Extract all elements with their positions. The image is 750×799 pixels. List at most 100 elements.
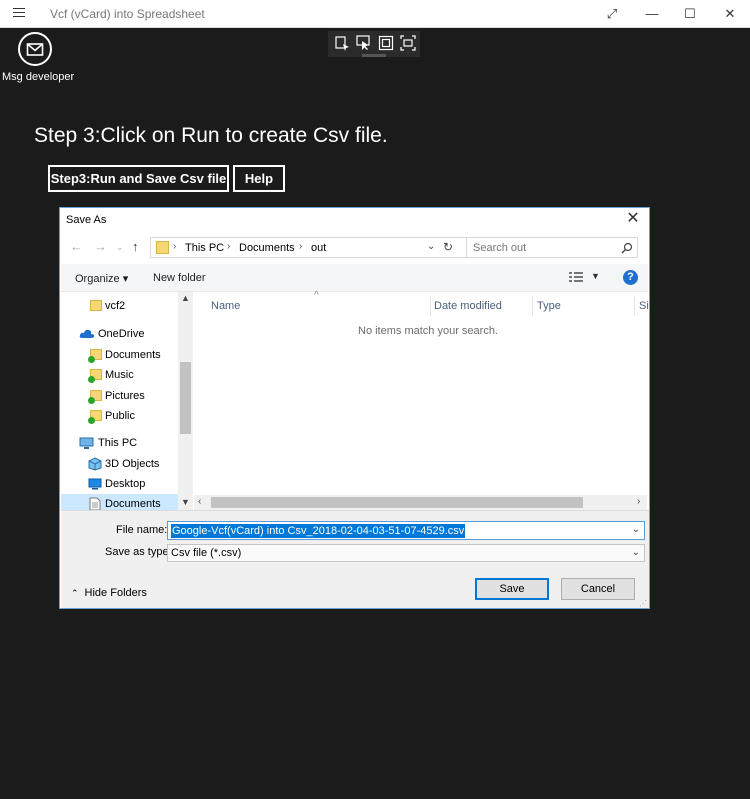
navigation-pane: vcf2 OneDrive Documents Music Pictures P…	[61, 292, 194, 510]
horizontal-scroll-thumb[interactable]	[211, 497, 583, 508]
column-size[interactable]: Si	[639, 300, 649, 312]
nav-item-music[interactable]: Music	[61, 365, 179, 385]
search-box[interactable]: Search out	[466, 237, 638, 258]
display-icon[interactable]	[378, 35, 394, 51]
msg-developer-label: Msg developer	[2, 71, 75, 83]
desktop-icon	[88, 478, 102, 490]
forward-arrow-icon[interactable]: →	[94, 239, 107, 254]
document-icon	[89, 497, 101, 510]
scroll-down-icon[interactable]: ▼	[181, 497, 190, 507]
hide-folders-button[interactable]: ⌃ Hide Folders	[71, 587, 147, 599]
file-name-dropdown-icon[interactable]: ⌄	[632, 524, 640, 535]
breadcrumb-documents[interactable]: Documents	[239, 242, 295, 254]
file-list: ^ Name Date modified Type Si No items ma…	[194, 290, 649, 510]
maximize-button[interactable]: ☐	[670, 0, 710, 28]
breadcrumb-separator: ›	[227, 241, 231, 252]
breadcrumb-this-pc[interactable]: This PC	[185, 242, 224, 254]
nav-item-onedrive-documents[interactable]: Documents	[61, 345, 179, 365]
organize-menu[interactable]: Organize ▾	[75, 272, 128, 285]
nav-item-this-pc[interactable]: This PC	[61, 433, 179, 453]
nav-item-label: Music	[105, 369, 134, 381]
hide-folders-label: Hide Folders	[84, 587, 147, 599]
nav-item-label: Documents	[105, 349, 161, 361]
nav-item-pictures[interactable]: Pictures	[61, 386, 179, 406]
save-as-type-select[interactable]: Csv file (*.csv) ⌄	[167, 544, 645, 562]
save-as-type-value: Csv file (*.csv)	[171, 547, 242, 559]
cloud-icon	[79, 329, 95, 338]
command-bar: Organize ▾ New folder ▼ ?	[61, 264, 648, 292]
column-divider[interactable]	[430, 296, 431, 316]
close-button[interactable]: ✕	[710, 0, 750, 28]
nav-item-label: OneDrive	[98, 328, 145, 340]
nav-item-label: Pictures	[105, 390, 145, 402]
up-arrow-icon[interactable]: ↑	[132, 239, 139, 254]
cube-icon	[88, 457, 102, 471]
file-name-label: File name:	[116, 524, 168, 536]
cancel-button[interactable]: Cancel	[561, 578, 635, 600]
folder-icon	[156, 241, 169, 254]
dialog-footer: File name: Google-Vcf(vCard) into Csv_20…	[61, 510, 649, 608]
file-name-field[interactable]: Google-Vcf(vCard) into Csv_2018-02-04-03…	[167, 521, 645, 540]
title-bar: Vcf (vCard) into Spreadsheet ⤢ — ☐ ✕	[0, 0, 750, 28]
search-icon	[621, 242, 633, 254]
address-bar[interactable]: › This PC › Documents › out ⌄ ↻	[150, 237, 517, 258]
cursor-select-icon[interactable]	[356, 35, 372, 51]
nav-item-label: 3D Objects	[105, 458, 160, 470]
computer-icon	[79, 437, 94, 449]
resize-grip-icon[interactable]: ⋰	[639, 599, 647, 608]
nav-item-3d-objects[interactable]: 3D Objects	[61, 454, 179, 474]
sync-status-icon	[88, 376, 95, 383]
scroll-left-icon[interactable]: ‹	[198, 496, 201, 507]
run-save-csv-button[interactable]: Step3:Run and Save Csv file	[48, 165, 229, 192]
msg-developer-button[interactable]: Msg developer	[0, 32, 75, 84]
minimize-button[interactable]: —	[632, 0, 672, 28]
scroll-up-icon[interactable]: ▲	[181, 293, 190, 303]
column-divider[interactable]	[634, 296, 635, 316]
column-date-modified[interactable]: Date modified	[434, 300, 502, 312]
address-dropdown-icon[interactable]: ⌄	[427, 241, 435, 252]
column-name[interactable]: Name	[211, 300, 240, 312]
chevron-up-icon: ⌃	[71, 588, 79, 598]
dialog-close-icon[interactable]: ✕	[621, 209, 645, 229]
nav-item-documents[interactable]: Documents	[61, 494, 179, 510]
save-button[interactable]: Save	[475, 578, 549, 600]
nav-item-desktop[interactable]: Desktop	[61, 474, 179, 494]
nav-scroll-thumb[interactable]	[180, 362, 191, 434]
view-options-icon[interactable]	[569, 271, 583, 283]
nav-item-label: vcf2	[105, 300, 126, 312]
nav-item-public[interactable]: Public	[61, 406, 179, 426]
hamburger-menu-icon[interactable]	[13, 8, 25, 18]
file-name-value[interactable]: Google-Vcf(vCard) into Csv_2018-02-04-03…	[171, 524, 466, 538]
column-type[interactable]: Type	[537, 300, 561, 312]
back-arrow-icon[interactable]: ←	[70, 239, 83, 254]
save-as-dialog: Save As ✕ ← → ⌄ ↑ › This PC › Documents …	[59, 207, 650, 609]
breadcrumb-out[interactable]: out	[311, 242, 326, 254]
scroll-right-icon[interactable]: ›	[637, 496, 640, 507]
nav-item-vcf2[interactable]: vcf2	[61, 296, 179, 316]
toolbar-grip[interactable]	[362, 54, 386, 57]
expand-icon[interactable]: ⤢	[592, 0, 632, 28]
nav-item-label: Documents	[105, 498, 161, 510]
horizontal-scrollbar[interactable]: ‹ ›	[194, 495, 647, 510]
nav-scrollbar[interactable]: ▲ ▼	[178, 292, 193, 510]
sync-status-icon	[88, 417, 95, 424]
view-dropdown-icon[interactable]: ▼	[591, 271, 600, 281]
select-element-icon[interactable]	[334, 35, 350, 51]
refresh-icon[interactable]: ↻	[443, 240, 453, 254]
track-focus-icon[interactable]	[400, 35, 416, 51]
breadcrumb-separator: ›	[173, 241, 177, 252]
recent-dropdown-icon[interactable]: ⌄	[116, 242, 124, 253]
save-type-dropdown-icon[interactable]: ⌄	[632, 547, 640, 558]
column-divider[interactable]	[532, 296, 533, 316]
window-title: Vcf (vCard) into Spreadsheet	[50, 7, 205, 21]
new-folder-button[interactable]: New folder	[153, 272, 206, 284]
help-icon[interactable]: ?	[623, 270, 638, 285]
help-button[interactable]: Help	[233, 165, 285, 192]
folder-icon	[90, 300, 102, 311]
sync-status-icon	[88, 356, 95, 363]
nav-item-onedrive[interactable]: OneDrive	[61, 324, 179, 344]
sort-indicator-icon: ^	[314, 290, 319, 301]
sync-status-icon	[88, 397, 95, 404]
search-input[interactable]: Search out	[473, 242, 526, 254]
empty-message: No items match your search.	[358, 325, 498, 337]
